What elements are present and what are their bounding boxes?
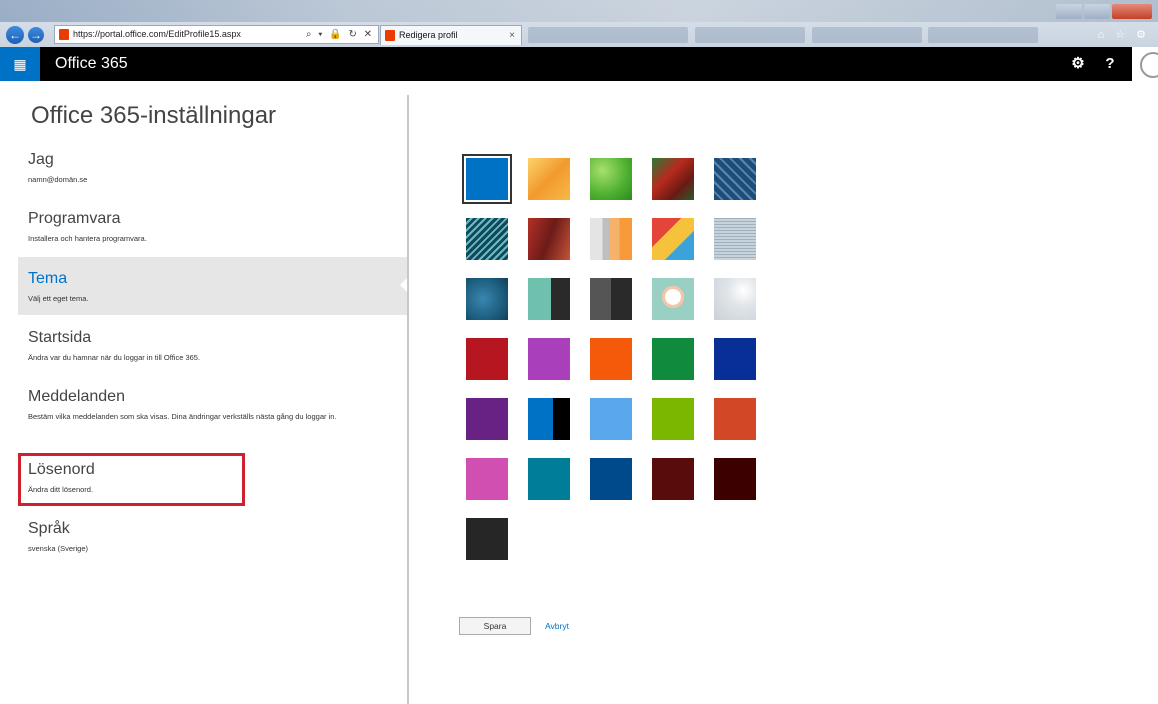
tab-close-icon[interactable]: × bbox=[509, 26, 515, 45]
nav-item-desc: Ändra var du hamnar när du loggar in til… bbox=[28, 353, 201, 362]
back-button[interactable]: ← bbox=[6, 26, 24, 44]
theme-tile[interactable] bbox=[590, 338, 632, 380]
address-bar[interactable]: https://portal.office.com/EditProfile15.… bbox=[54, 25, 379, 44]
theme-tile[interactable] bbox=[466, 518, 508, 560]
nav-item-label: Startsida bbox=[28, 329, 92, 346]
nav-item-desc: namn@domän.se bbox=[28, 175, 88, 184]
theme-tile[interactable] bbox=[528, 458, 570, 500]
window-title-strip bbox=[0, 0, 1158, 22]
browser-tab-inactive[interactable] bbox=[812, 27, 922, 43]
theme-tile[interactable] bbox=[466, 218, 508, 260]
cancel-link[interactable]: Avbryt bbox=[545, 621, 569, 631]
theme-tile[interactable] bbox=[714, 158, 756, 200]
nav-item-meddelanden[interactable]: Meddelanden Bestäm vilka meddelanden som… bbox=[18, 388, 408, 444]
theme-tile[interactable] bbox=[466, 338, 508, 380]
theme-tile[interactable] bbox=[714, 218, 756, 260]
theme-tile[interactable] bbox=[714, 278, 756, 320]
theme-tile[interactable] bbox=[652, 218, 694, 260]
minimize-button[interactable] bbox=[1056, 4, 1082, 19]
nav-item-jag[interactable]: Jag namn@domän.se bbox=[18, 151, 408, 193]
forward-button[interactable]: → bbox=[28, 27, 44, 43]
address-tools-icons[interactable]: ⌕ ▾ 🔒 ↻ ✕ bbox=[306, 26, 374, 43]
forward-arrow-icon: → bbox=[30, 28, 42, 42]
tab-title: Redigera profil bbox=[399, 30, 458, 40]
address-url: https://portal.office.com/EditProfile15.… bbox=[73, 29, 241, 39]
avatar[interactable] bbox=[1132, 47, 1158, 81]
app-launcher-button[interactable]: ▦ bbox=[0, 47, 40, 81]
window-controls bbox=[1054, 4, 1152, 20]
settings-button[interactable]: ⚙ bbox=[1062, 47, 1094, 81]
theme-tile[interactable] bbox=[466, 398, 508, 440]
theme-tile[interactable] bbox=[652, 158, 694, 200]
theme-tile[interactable] bbox=[590, 158, 632, 200]
theme-tile[interactable] bbox=[590, 218, 632, 260]
browser-tab-inactive[interactable] bbox=[695, 27, 805, 43]
nav-item-tema[interactable]: Tema Välj ett eget tema. bbox=[18, 257, 408, 315]
nav-item-desc: Installera och hantera programvara. bbox=[28, 234, 147, 243]
nav-item-programvara[interactable]: Programvara Installera och hantera progr… bbox=[18, 210, 408, 252]
nav-item-sprak[interactable]: Språk svenska (Sverige) bbox=[18, 520, 408, 562]
theme-tile[interactable] bbox=[590, 458, 632, 500]
theme-tile[interactable] bbox=[466, 458, 508, 500]
theme-tile[interactable] bbox=[528, 218, 570, 260]
help-button[interactable]: ? bbox=[1094, 47, 1126, 81]
save-button[interactable]: Spara bbox=[459, 617, 531, 635]
page-title: Office 365-inställningar bbox=[31, 102, 277, 129]
theme-tile[interactable] bbox=[528, 338, 570, 380]
close-window-button[interactable] bbox=[1112, 4, 1152, 19]
nav-item-desc: svenska (Sverige) bbox=[28, 544, 89, 553]
back-arrow-icon: ← bbox=[9, 28, 21, 42]
o365-header: ▦ Office 365 ⚙ ? bbox=[0, 47, 1158, 81]
theme-tile[interactable] bbox=[590, 398, 632, 440]
nav-item-label: Programvara bbox=[28, 210, 121, 227]
theme-tile[interactable] bbox=[466, 278, 508, 320]
grid-icon: ▦ bbox=[13, 56, 27, 72]
office-favicon-icon bbox=[385, 30, 395, 41]
office-favicon-icon bbox=[59, 29, 69, 40]
theme-tile[interactable] bbox=[652, 278, 694, 320]
gear-icon: ⚙ bbox=[1071, 55, 1085, 72]
theme-tile[interactable] bbox=[714, 338, 756, 380]
theme-tile[interactable] bbox=[528, 158, 570, 200]
browser-tab-active[interactable]: Redigera profil × bbox=[380, 25, 522, 45]
theme-tile[interactable] bbox=[462, 154, 512, 204]
browser-tab-inactive[interactable] bbox=[528, 27, 688, 43]
password-highlight-box bbox=[18, 453, 245, 506]
theme-tile[interactable] bbox=[652, 458, 694, 500]
nav-item-label: Jag bbox=[28, 151, 54, 168]
nav-item-label: Tema bbox=[28, 270, 68, 287]
theme-tile[interactable] bbox=[528, 278, 570, 320]
nav-item-label: Språk bbox=[28, 520, 70, 537]
o365-title[interactable]: Office 365 bbox=[55, 47, 128, 81]
maximize-button[interactable] bbox=[1084, 4, 1110, 19]
nav-item-desc: Välj ett eget tema. bbox=[28, 294, 89, 303]
browser-tab-inactive[interactable] bbox=[928, 27, 1038, 43]
theme-tile[interactable] bbox=[528, 398, 570, 440]
theme-tile[interactable] bbox=[714, 458, 756, 500]
nav-item-startsida[interactable]: Startsida Ändra var du hamnar när du log… bbox=[18, 329, 408, 371]
help-icon: ? bbox=[1105, 55, 1115, 72]
settings-nav-panel: Office 365-inställningar Jag namn@domän.… bbox=[0, 81, 408, 704]
nav-item-label: Meddelanden bbox=[28, 388, 125, 405]
browser-toolbar-icons[interactable]: ⌂ ☆ ⚙ bbox=[1098, 28, 1150, 41]
browser-toolbar: ← → https://portal.office.com/EditProfil… bbox=[0, 0, 1158, 47]
theme-tile[interactable] bbox=[652, 338, 694, 380]
panel-divider bbox=[407, 95, 409, 704]
theme-tile[interactable] bbox=[590, 278, 632, 320]
nav-item-desc: Bestäm vilka meddelanden som ska visas. … bbox=[28, 412, 337, 421]
theme-tile[interactable] bbox=[652, 398, 694, 440]
theme-tile[interactable] bbox=[714, 398, 756, 440]
